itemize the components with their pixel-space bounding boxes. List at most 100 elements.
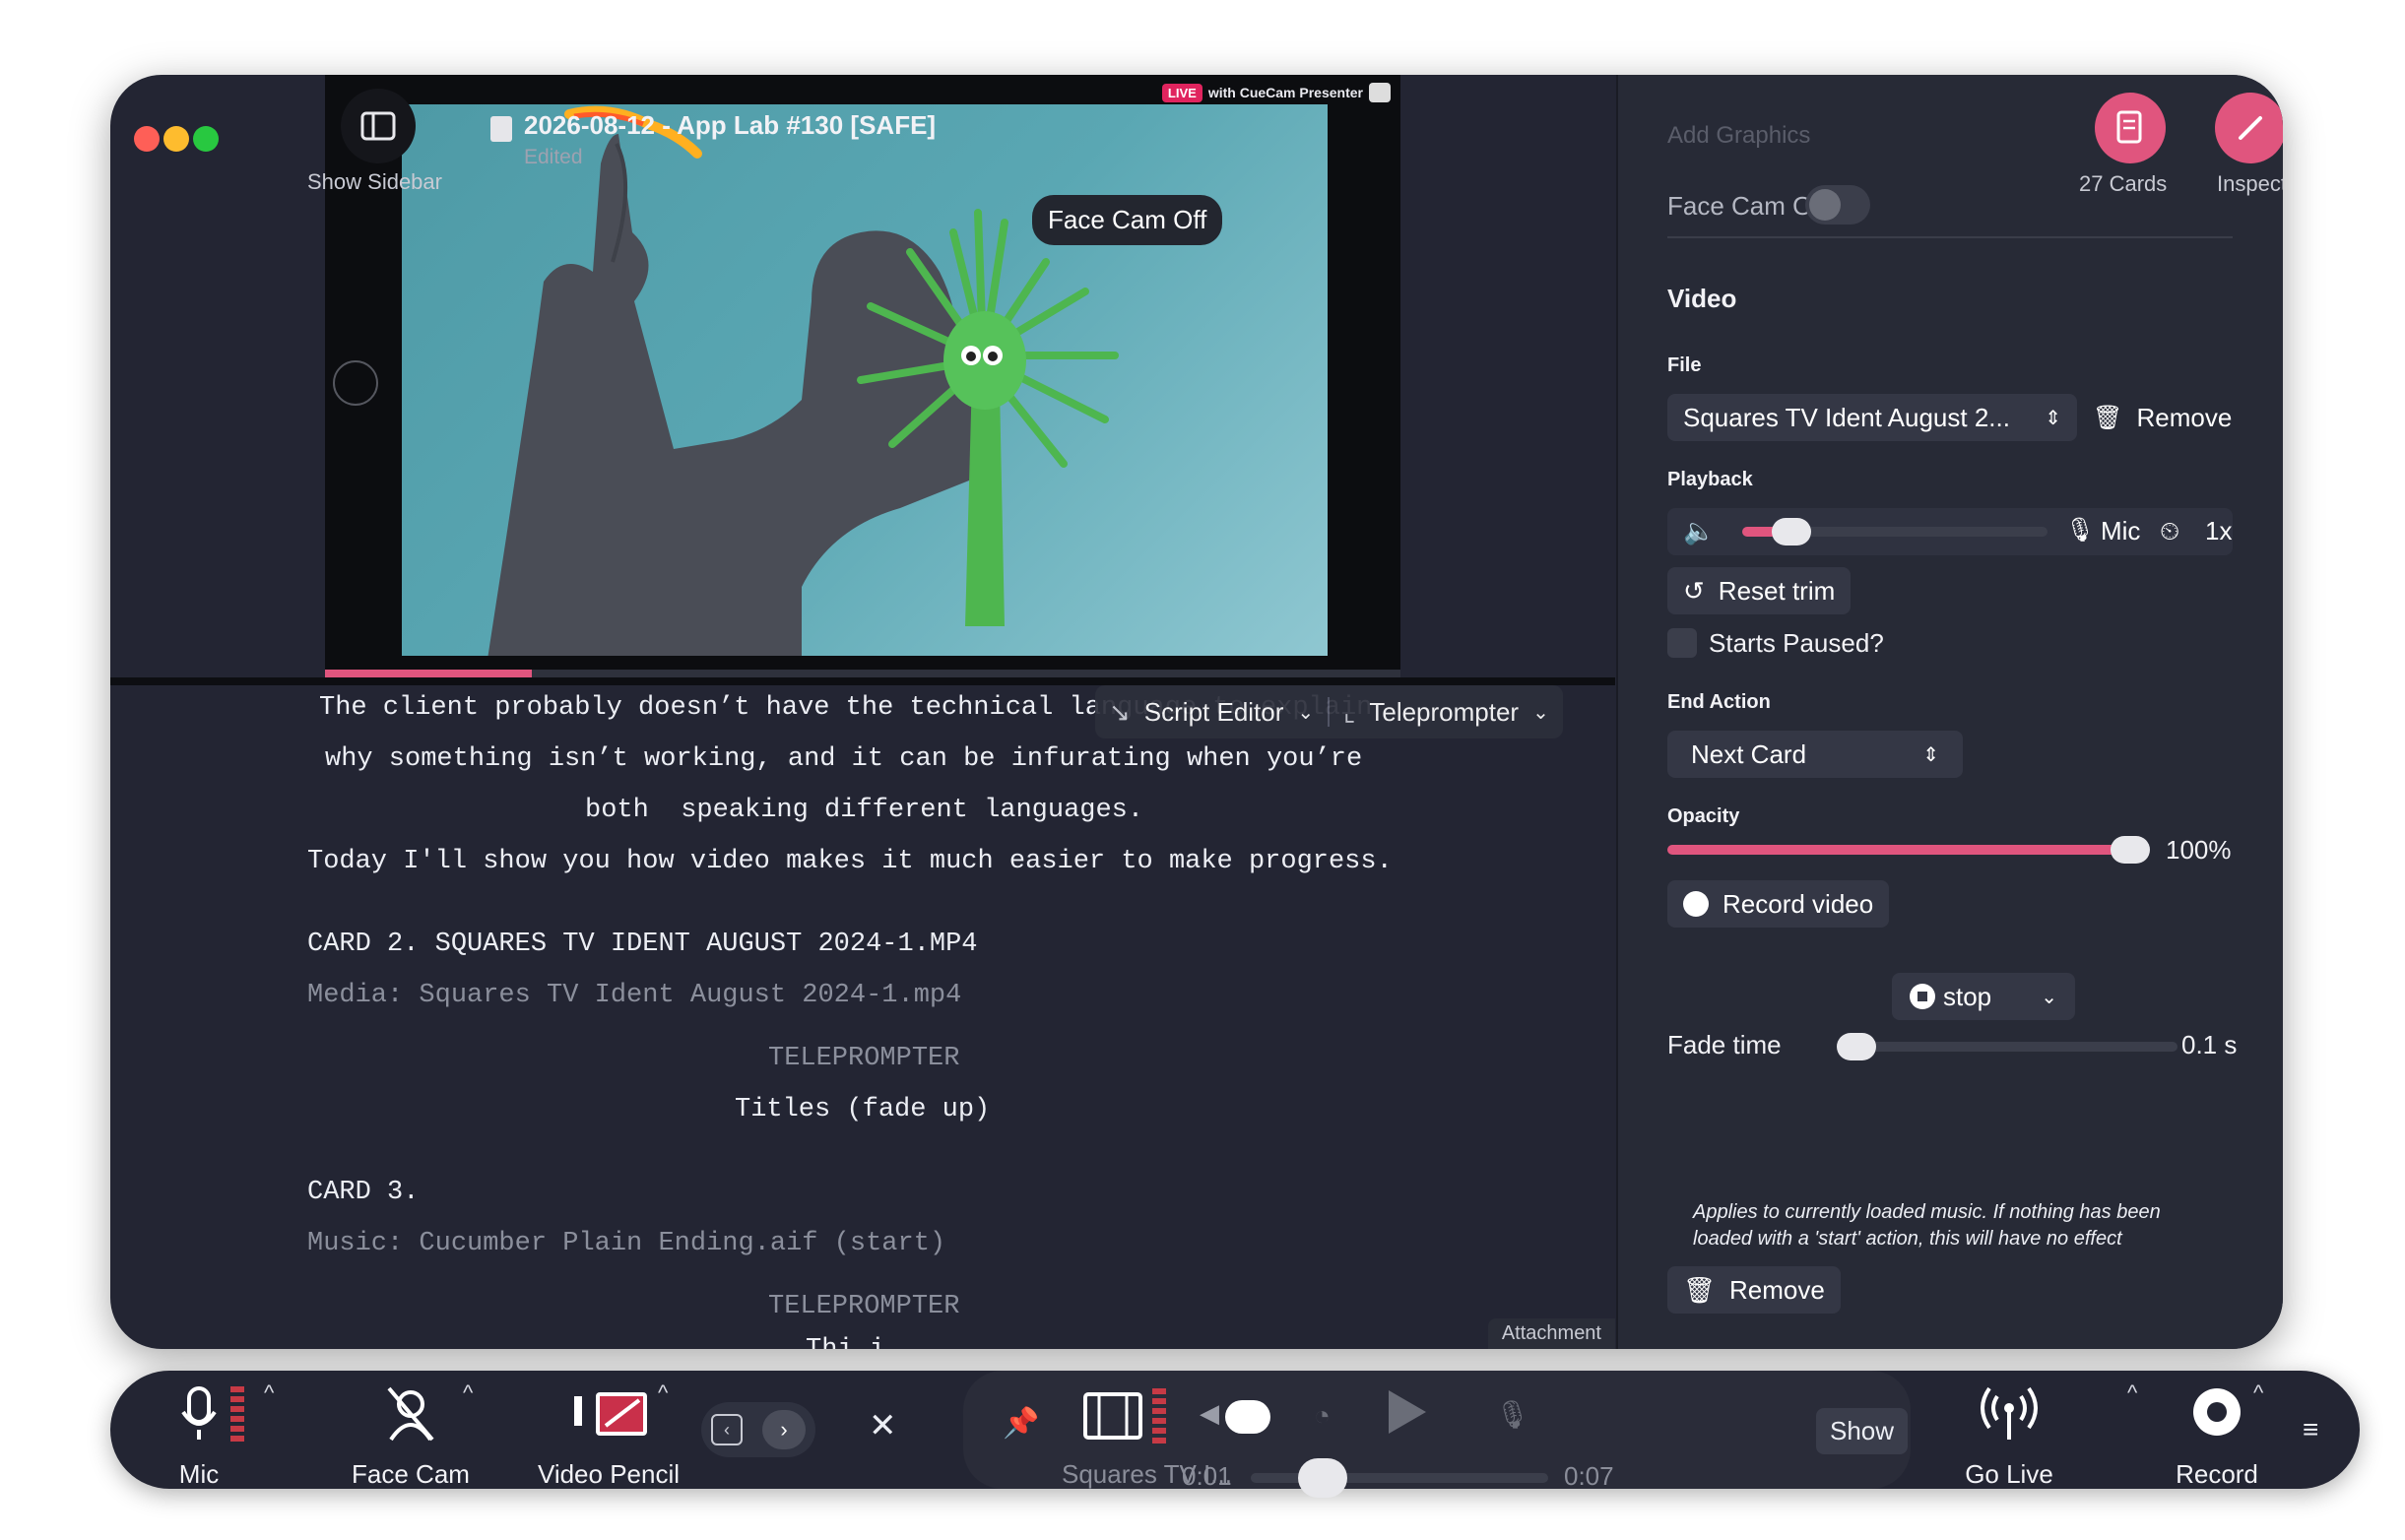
chevron-up-icon[interactable]: ^: [264, 1380, 274, 1406]
app-window: LIVE with CueCam Presenter Show Sidebar …: [110, 75, 2283, 1349]
record-video-label: Record video: [1722, 888, 1874, 919]
sidebar-icon: [360, 111, 396, 141]
remove-bottom-label: Remove: [1729, 1274, 1825, 1305]
face-cam-off-label: Face Cam Off: [1667, 191, 1827, 221]
video-preview: LIVE with CueCam Presenter: [325, 75, 1400, 675]
show-button[interactable]: Show: [1816, 1408, 1909, 1454]
next-card-button[interactable]: ›: [762, 1410, 806, 1449]
bottom-toolbar: Mic ^ Face Cam ^ Video Pencil ^ ‹ › ✕ 📌 …: [110, 1371, 2360, 1498]
opacity-knob[interactable]: [2111, 836, 2150, 864]
tab-script-editor[interactable]: Script Editor: [1144, 697, 1284, 728]
show-sidebar-button[interactable]: [341, 89, 416, 163]
close-icon[interactable]: ✕: [869, 1406, 897, 1445]
mic-small-icon: 🎙: [2065, 517, 2096, 544]
go-live-button[interactable]: Go Live: [1948, 1384, 2070, 1489]
face-cam-toggle[interactable]: [1805, 185, 1870, 225]
playback-progress[interactable]: [325, 670, 1400, 677]
chevron-up-icon[interactable]: ^: [658, 1380, 668, 1406]
music-note: Applies to currently loaded music. If no…: [1693, 1201, 2161, 1250]
media-volume-knob[interactable]: [1225, 1400, 1270, 1434]
attachment-label[interactable]: Attachment: [1487, 1318, 1615, 1349]
script-line: Today I'll show you how video makes it m…: [307, 847, 1393, 876]
progress-fill: [325, 670, 532, 677]
add-graphics-button[interactable]: Add Graphics: [1667, 122, 1810, 150]
pin-icon[interactable]: 📌: [1003, 1406, 1039, 1441]
chevron-up-icon[interactable]: ^: [463, 1380, 473, 1406]
card-music-line: Music: Cucumber Plain Ending.aif (start): [307, 1229, 946, 1258]
script-editor-icon: ↘: [1109, 696, 1131, 727]
time-end: 0:07: [1564, 1461, 1614, 1491]
volume-knob[interactable]: [1772, 518, 1811, 545]
document-title[interactable]: 2026-08-12 - App Lab #130 [SAFE]: [524, 110, 936, 141]
section-title-video: Video: [1667, 284, 1737, 313]
fade-time-knob[interactable]: [1837, 1033, 1876, 1060]
file-select[interactable]: Squares TV Ident August 2... ⇕: [1667, 394, 2077, 441]
speed-label[interactable]: 1x: [2205, 516, 2232, 546]
end-action-label: End Action: [1667, 691, 1771, 713]
music-action-select[interactable]: stop ⌄: [1892, 973, 2075, 1020]
media-level-meter: [1152, 1388, 1166, 1444]
fade-time-value: 0.1 s: [2181, 1030, 2238, 1059]
cards-button[interactable]: [2095, 93, 2166, 163]
script-editor[interactable]: The client probably doesn’t have the tec…: [110, 685, 1615, 1349]
mic-level-meter: [230, 1386, 244, 1442]
previous-card-button[interactable]: ‹: [711, 1414, 743, 1445]
stop-icon: [1910, 984, 1935, 1009]
tab-separator: [1328, 697, 1331, 727]
file-value: Squares TV Ident August 2...: [1683, 402, 2010, 432]
split-divider[interactable]: [110, 677, 1615, 685]
media-scrubber[interactable]: [1251, 1458, 1548, 1498]
face-cam-off-pill[interactable]: Face Cam Off: [1032, 195, 1223, 245]
opacity-slider[interactable]: [1667, 836, 2150, 864]
document-icon: [490, 116, 512, 142]
file-label: File: [1667, 354, 1702, 376]
fade-time-slider[interactable]: [1837, 1033, 2178, 1060]
chevron-down-icon[interactable]: ⌄: [1532, 700, 1549, 725]
video-pencil-button[interactable]: Video Pencil: [522, 1384, 695, 1489]
record-dot-icon: [1683, 891, 1709, 917]
document-status: Edited: [524, 146, 583, 168]
mic-label[interactable]: Mic: [2101, 516, 2140, 546]
cards-icon: [2116, 110, 2142, 144]
go-live-label: Go Live: [1965, 1459, 2053, 1489]
remove-music-button[interactable]: 🗑 Remove: [1667, 1266, 1841, 1314]
cards-label: 27 Cards: [2079, 171, 2168, 196]
chevron-up-icon[interactable]: ^: [2127, 1380, 2137, 1406]
play-icon[interactable]: [1389, 1390, 1426, 1434]
timer-icon[interactable]: ◔: [1314, 1400, 1331, 1432]
chevron-up-icon[interactable]: ^: [2253, 1380, 2263, 1406]
pencil-icon: [2239, 116, 2262, 140]
record-video-button[interactable]: Record video: [1667, 880, 1890, 928]
video-pencil-label: Video Pencil: [537, 1459, 681, 1489]
tab-teleprompter[interactable]: Teleprompter: [1369, 697, 1519, 728]
speed-icon: ⏲: [2160, 516, 2180, 545]
end-action-select[interactable]: Next Card ⇕: [1667, 731, 1963, 778]
titles-line: Titles (fade up): [735, 1095, 991, 1124]
menu-icon[interactable]: ≡: [2303, 1414, 2318, 1445]
reset-trim-button[interactable]: ↺ Reset trim: [1667, 567, 1852, 614]
side-circle-icon: [333, 360, 378, 406]
reset-trim-label: Reset trim: [1718, 575, 1836, 606]
fade-time-label: Fade time: [1667, 1030, 1782, 1059]
teleprompter-label: TELEPROMPTER: [768, 1292, 960, 1321]
cuecam-icon: [1369, 83, 1391, 102]
film-icon: [1083, 1392, 1142, 1440]
starts-paused-checkbox[interactable]: [1667, 628, 1697, 658]
teleprompter-label: TELEPROMPTER: [768, 1044, 960, 1073]
opacity-label: Opacity: [1667, 805, 1740, 827]
mic-small-icon[interactable]: 🎙: [1495, 1398, 1530, 1431]
speaker-icon: ◀: [1200, 1398, 1219, 1428]
mic-label: Mic: [178, 1459, 220, 1489]
inspect-button[interactable]: [2215, 93, 2283, 163]
scrubber-knob[interactable]: [1298, 1458, 1347, 1498]
trash-icon: 🗑: [1683, 1274, 1717, 1305]
record-label: Record: [2176, 1459, 2258, 1489]
starts-paused-label: Starts Paused?: [1709, 628, 1884, 658]
script-line: why something isn’t working, and it can …: [325, 744, 1363, 774]
chevron-down-icon[interactable]: ⌄: [1297, 700, 1314, 725]
remove-file-button[interactable]: 🗑 Remove: [2077, 394, 2233, 441]
speaker-icon[interactable]: 🔈: [1683, 516, 1715, 546]
show-sidebar-label: Show Sidebar: [307, 169, 442, 194]
volume-slider[interactable]: [1742, 518, 2048, 545]
media-volume-control[interactable]: ◀: [1200, 1398, 1288, 1434]
